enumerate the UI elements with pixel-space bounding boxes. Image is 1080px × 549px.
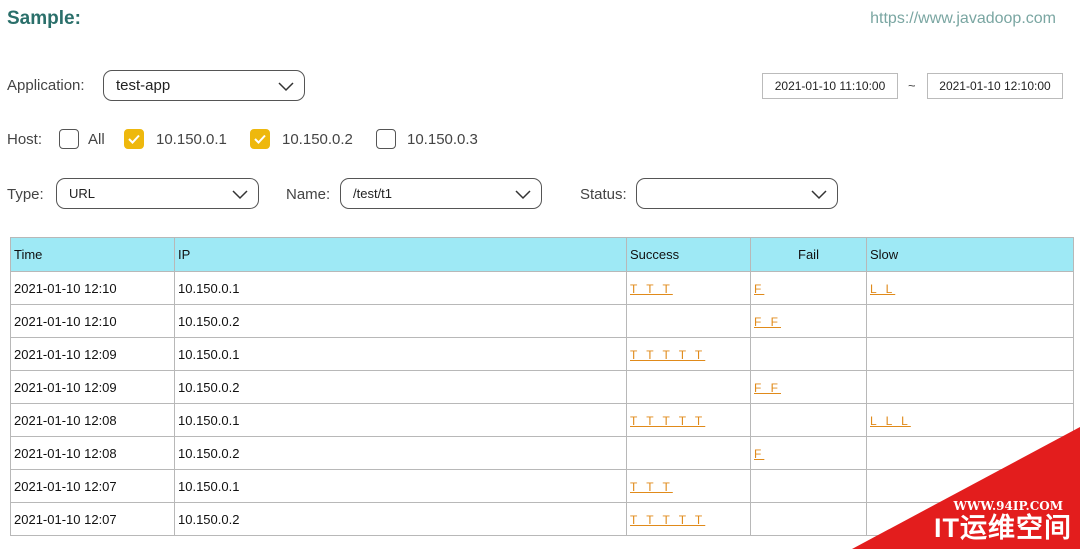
fail-cell [750,502,867,536]
chevron-down-icon [278,81,294,91]
end-date-input[interactable]: 2021-01-10 12:10:00 [927,73,1063,99]
chevron-down-icon [811,189,827,199]
host-label: Host: [7,131,43,148]
success-cell [626,370,751,404]
host-option-label: 10.150.0.1 [156,131,227,148]
chevron-down-icon [515,189,531,199]
host-option-label: All [88,131,105,148]
fail-cell [750,403,867,437]
ip-cell: 10.150.0.2 [174,370,627,404]
success-cell [626,436,751,470]
type-label: Type: [7,186,44,203]
site-link[interactable]: https://www.javadoop.com [870,10,1056,28]
success-cell [626,304,751,338]
application-select[interactable]: test-app [103,70,305,101]
ip-cell: 10.150.0.2 [174,502,627,536]
success-cell: T T T [626,271,751,305]
success-marks[interactable]: T T T T T [630,414,705,428]
fail-cell: F F [750,304,867,338]
host-checkbox-10-150-0-2[interactable] [250,129,270,149]
watermark-text: IT运维空间 [934,513,1072,543]
fail-cell [750,469,867,503]
host-checkbox-10-150-0-3[interactable] [376,129,396,149]
fail-marks[interactable]: F F [754,315,781,329]
column-header-time: Time [10,237,175,272]
time-cell: 2021-01-10 12:07 [10,502,175,536]
fail-cell: F F [750,370,867,404]
fail-marks[interactable]: F [754,282,764,296]
slow-marks[interactable]: L L [870,282,895,296]
time-cell: 2021-01-10 12:10 [10,271,175,305]
page-title: Sample: [7,8,81,29]
time-cell: 2021-01-10 12:08 [10,436,175,470]
success-cell: T T T T T [626,337,751,371]
checkmark-icon [128,134,140,144]
status-select[interactable] [636,178,838,209]
success-marks[interactable]: T T T T T [630,348,705,362]
table-row: 2021-01-10 12:10 10.150.0.2 F F [10,304,1074,338]
name-select-value: /test/t1 [353,186,393,201]
name-select[interactable]: /test/t1 [340,178,542,209]
host-checkbox-all[interactable] [59,129,79,149]
ip-cell: 10.150.0.2 [174,436,627,470]
table-row: 2021-01-10 12:09 10.150.0.1 T T T T T [10,337,1074,371]
table-row: 2021-01-10 12:10 10.150.0.1 T T T F L L [10,271,1074,305]
ip-cell: 10.150.0.2 [174,304,627,338]
slow-cell: L L [866,271,1074,305]
slow-cell [866,370,1074,404]
time-cell: 2021-01-10 12:09 [10,337,175,371]
column-header-slow: Slow [866,237,1074,272]
ip-cell: 10.150.0.1 [174,271,627,305]
success-marks[interactable]: T T T [630,480,673,494]
success-cell: T T T T T [626,502,751,536]
chevron-down-icon [232,189,248,199]
fail-marks[interactable]: F F [754,381,781,395]
host-checkbox-10-150-0-1[interactable] [124,129,144,149]
success-marks[interactable]: T T T [630,282,673,296]
time-cell: 2021-01-10 12:10 [10,304,175,338]
ip-cell: 10.150.0.1 [174,337,627,371]
date-range-separator: ~ [908,78,916,93]
slow-cell [866,304,1074,338]
table-row: 2021-01-10 12:09 10.150.0.2 F F [10,370,1074,404]
fail-marks[interactable]: F [754,447,764,461]
success-cell: T T T T T [626,403,751,437]
ip-cell: 10.150.0.1 [174,469,627,503]
time-cell: 2021-01-10 12:08 [10,403,175,437]
column-header-fail: Fail [750,237,867,272]
name-label: Name: [286,186,331,203]
fail-cell: F [750,436,867,470]
time-cell: 2021-01-10 12:09 [10,370,175,404]
table-header-row: Time IP Success Fail Slow [10,237,1074,272]
start-date-input[interactable]: 2021-01-10 11:10:00 [762,73,898,99]
slow-cell [866,337,1074,371]
checkmark-icon [254,134,266,144]
time-cell: 2021-01-10 12:07 [10,469,175,503]
fail-cell: F [750,271,867,305]
column-header-success: Success [626,237,751,272]
fail-cell [750,337,867,371]
success-marks[interactable]: T T T T T [630,513,705,527]
column-header-ip: IP [174,237,627,272]
ip-cell: 10.150.0.1 [174,403,627,437]
host-option-label: 10.150.0.2 [282,131,353,148]
type-select[interactable]: URL [56,178,259,209]
host-option-label: 10.150.0.3 [407,131,478,148]
application-select-value: test-app [116,77,171,94]
success-cell: T T T [626,469,751,503]
type-select-value: URL [69,186,96,201]
status-label: Status: [580,186,627,203]
application-label: Application: [7,77,85,94]
slow-marks[interactable]: L L L [870,414,911,428]
